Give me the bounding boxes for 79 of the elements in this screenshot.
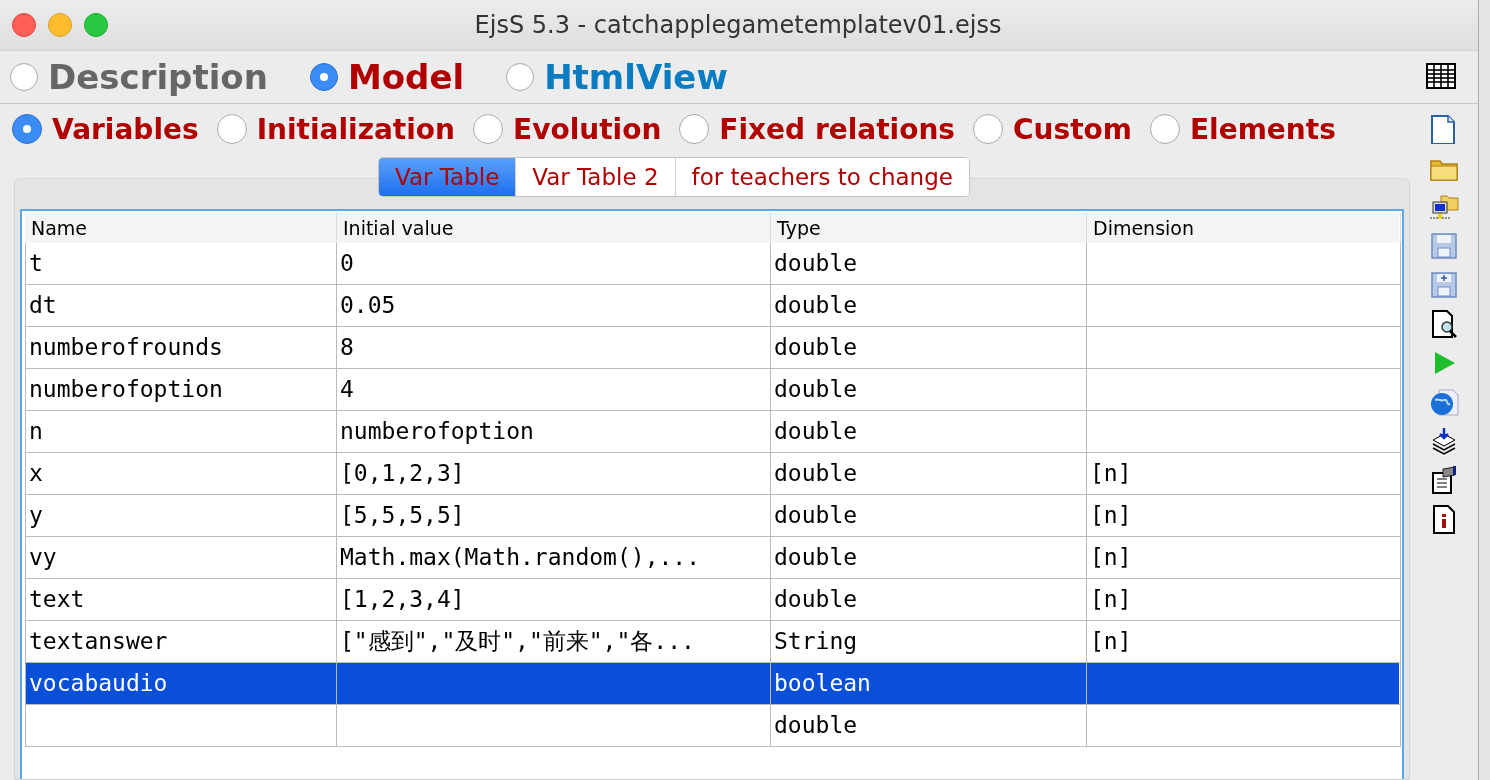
table-row[interactable]: n numberofoption double <box>25 411 1399 453</box>
table-row[interactable]: y [5,5,5,5] double [n] <box>25 495 1399 537</box>
radio-button[interactable] <box>506 63 535 91</box>
section-radio[interactable]: Evolution <box>473 112 662 146</box>
table-row[interactable]: t 0 double <box>25 243 1399 285</box>
minimize-button[interactable] <box>48 13 72 37</box>
radio-button[interactable] <box>1149 114 1180 144</box>
radio-button[interactable] <box>216 114 247 144</box>
search-icon[interactable] <box>1429 309 1459 339</box>
close-button[interactable] <box>12 13 36 37</box>
table-cell: vy <box>25 537 337 579</box>
table-cell: x <box>25 453 337 495</box>
table-cell: numberofrounds <box>25 327 337 369</box>
table-cell: [n] <box>1087 495 1401 537</box>
column-header[interactable]: Initial value <box>337 213 771 243</box>
table-row[interactable]: numberofoption 4 double <box>25 369 1399 411</box>
radio-button[interactable] <box>10 63 38 91</box>
radio-button[interactable] <box>12 114 42 144</box>
zoom-button[interactable] <box>84 13 108 37</box>
table-row[interactable]: text [1,2,3,4] double [n] <box>25 579 1399 621</box>
column-header[interactable]: Dimension <box>1087 213 1401 243</box>
table-cell: [5,5,5,5] <box>337 495 771 537</box>
table-icon[interactable] <box>1426 63 1456 89</box>
section-radio[interactable]: Fixed relations <box>679 112 955 146</box>
table-cell: Math.max(Math.random(),... <box>337 537 771 579</box>
table-cell: numberofoption <box>337 411 771 453</box>
table-cell: n <box>25 411 337 453</box>
table-cell: vocabaudio <box>25 663 337 705</box>
radio-button[interactable] <box>309 63 338 91</box>
table-cell: double <box>771 327 1087 369</box>
section-radio[interactable]: Elements <box>1149 112 1336 146</box>
table-cell: double <box>771 411 1087 453</box>
table-row[interactable]: dt 0.05 double <box>25 285 1399 327</box>
table-cell: 4 <box>337 369 771 411</box>
radio-button[interactable] <box>973 114 1003 144</box>
section-radio[interactable]: Variables <box>12 112 199 146</box>
table-cell: text <box>25 579 337 621</box>
table-cell: [n] <box>1087 537 1401 579</box>
save-icon[interactable] <box>1429 231 1459 261</box>
window-title: EjsS 5.3 - catchapplegametemplatev01.ejss <box>473 11 1003 39</box>
table-row[interactable]: numberofrounds 8 double <box>25 327 1399 369</box>
table-cell: 0 <box>337 243 771 285</box>
radio-button[interactable] <box>679 114 710 144</box>
table-cell: 8 <box>337 327 771 369</box>
section-radio[interactable]: Custom <box>973 112 1132 146</box>
table-row[interactable]: vy Math.max(Math.random(),... double [n] <box>25 537 1399 579</box>
mode-radio[interactable]: Description <box>10 57 268 97</box>
table-cell: boolean <box>771 663 1087 705</box>
table-cell: double <box>771 579 1087 621</box>
table-cell: double <box>771 243 1087 285</box>
table-cell: [0,1,2,3] <box>337 453 771 495</box>
table-cell: double <box>771 285 1087 327</box>
table-row[interactable]: double <box>25 705 1399 747</box>
table-row[interactable]: x [0,1,2,3] double [n] <box>25 453 1399 495</box>
table-cell: double <box>771 495 1087 537</box>
clipboard-icon[interactable] <box>1429 465 1459 495</box>
save-as-icon[interactable] <box>1429 270 1459 300</box>
tab[interactable]: for teachers to change <box>674 158 969 196</box>
table-cell: [n] <box>1087 579 1401 621</box>
table-cell: y <box>25 495 337 537</box>
table-cell: double <box>771 369 1087 411</box>
globe-icon[interactable] <box>1429 387 1459 417</box>
table-cell: double <box>771 453 1087 495</box>
radio-button[interactable] <box>473 114 503 144</box>
table-cell: 0.05 <box>337 285 771 327</box>
mode-radio[interactable]: Model <box>309 57 465 97</box>
mode-radio[interactable]: HtmlView <box>506 57 728 97</box>
table-row[interactable]: vocabaudio boolean <box>25 663 1399 705</box>
table-cell: double <box>771 537 1087 579</box>
table-cell: numberofoption <box>25 369 337 411</box>
column-header[interactable]: Type <box>771 213 1087 243</box>
network-folder-icon[interactable] <box>1429 192 1459 222</box>
column-header[interactable]: Name <box>25 213 337 243</box>
table-cell: t <box>25 243 337 285</box>
section-radio[interactable]: Initialization <box>216 112 455 146</box>
table-cell: [n] <box>1087 453 1401 495</box>
table-cell: dt <box>25 285 337 327</box>
table-cell: [1,2,3,4] <box>337 579 771 621</box>
table-cell: double <box>771 705 1087 747</box>
